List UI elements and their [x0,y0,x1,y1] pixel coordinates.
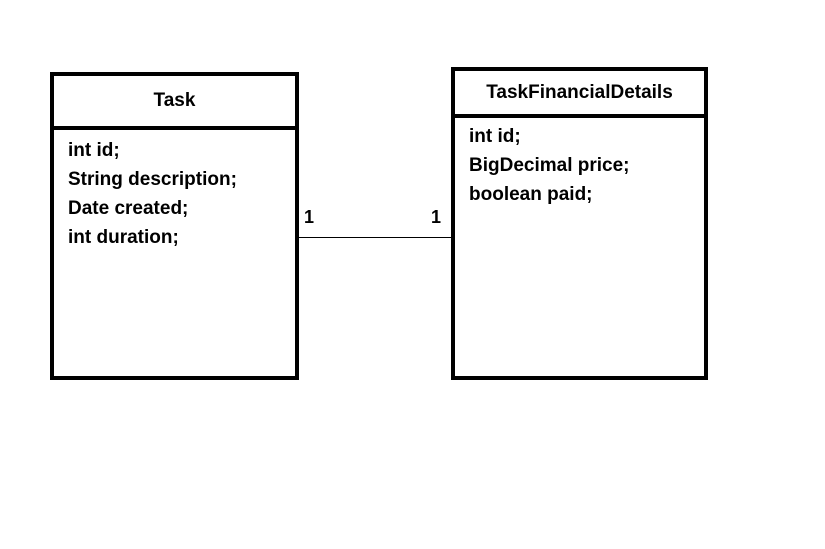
attribute: boolean paid; [469,184,593,205]
attribute: BigDecimal price; [469,155,630,176]
target-multiplicity: 1 [431,207,442,227]
class-taskfinancialdetails: TaskFinancialDetails int id; BigDecimal … [451,67,708,380]
attribute: int id; [469,126,521,147]
association-line [299,237,451,238]
class-task-header: Task [54,76,295,130]
attribute: int id; [68,140,120,161]
class-task: Task int id; String description; Date cr… [50,72,299,380]
class-taskfinancialdetails-header: TaskFinancialDetails [455,71,704,118]
class-task-attributes: int id; String description; Date created… [68,136,237,252]
attribute: String description; [68,169,237,190]
class-taskfinancialdetails-attributes: int id; BigDecimal price; boolean paid; [469,122,630,209]
attribute: Date created; [68,198,189,219]
attribute: int duration; [68,227,179,248]
source-multiplicity: 1 [304,207,315,227]
